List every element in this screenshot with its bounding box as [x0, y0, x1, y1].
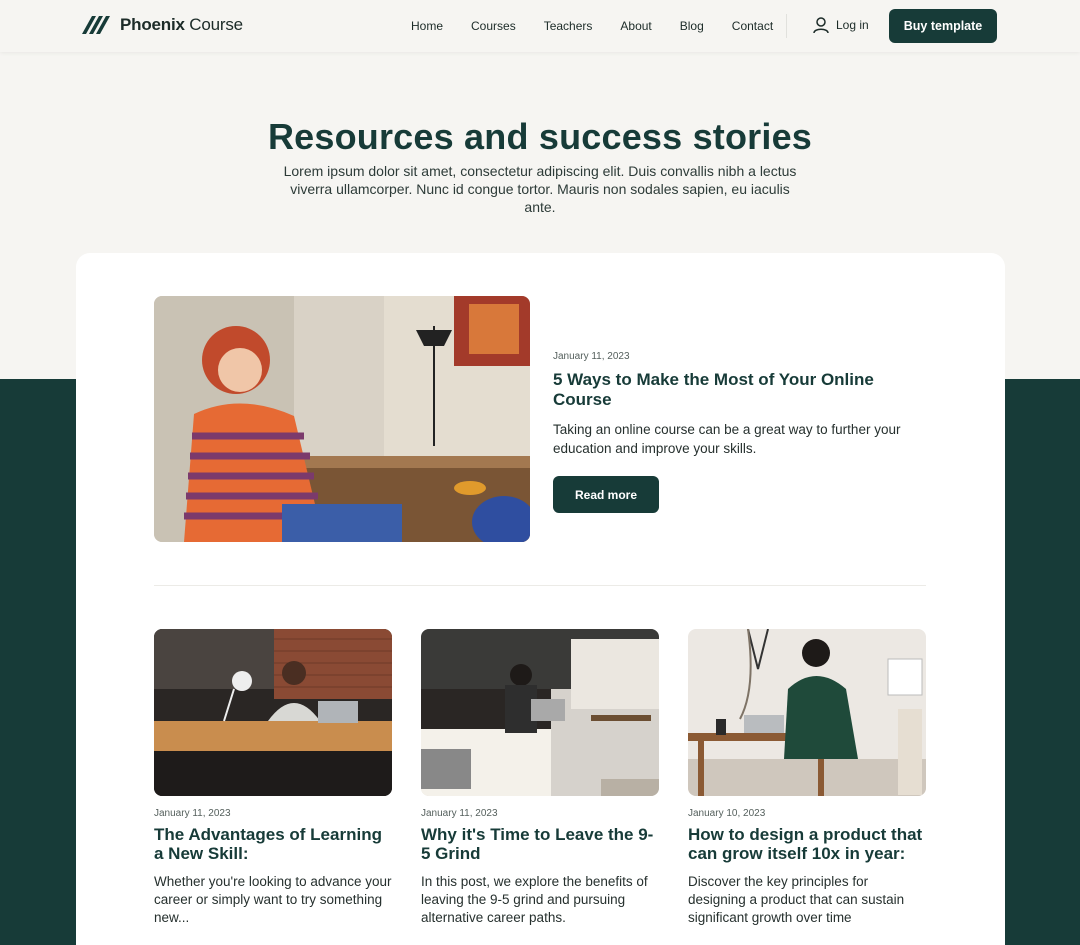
featured-post-date: January 11, 2023 — [553, 351, 630, 362]
post-image[interactable] — [154, 629, 392, 796]
nav-contact[interactable]: Contact — [732, 19, 773, 33]
section-divider — [154, 585, 926, 586]
brand-logo[interactable]: Phoenix Course — [82, 14, 243, 36]
read-more-button[interactable]: Read more — [553, 476, 659, 513]
post-title[interactable]: How to design a product that can grow it… — [688, 825, 926, 863]
post-date: January 10, 2023 — [688, 808, 766, 819]
site-header: Phoenix Course Home Courses Teachers Abo… — [0, 0, 1080, 52]
brand-name: Phoenix Course — [120, 15, 243, 34]
post-image[interactable] — [421, 629, 659, 796]
page-title: Resources and success stories — [267, 116, 813, 157]
featured-post-description: Taking an online course can be a great w… — [553, 422, 901, 456]
login-link[interactable]: Log in — [812, 16, 869, 34]
post-card[interactable]: January 11, 2023 Why it's Time to Leave … — [421, 629, 659, 927]
post-date: January 11, 2023 — [154, 808, 231, 819]
nav-home[interactable]: Home — [411, 19, 443, 33]
buy-template-button[interactable]: Buy template — [889, 9, 997, 43]
nav-divider — [786, 14, 787, 38]
page-subtitle: Lorem ipsum dolor sit amet, consectetur … — [283, 163, 797, 215]
post-card[interactable]: January 10, 2023 How to design a product… — [688, 629, 926, 927]
featured-post-image[interactable] — [154, 296, 530, 542]
featured-post-meta: January 11, 2023 5 Ways to Make the Most… — [553, 351, 933, 513]
post-description: In this post, we explore the benefits of… — [421, 874, 648, 925]
post-card[interactable]: January 11, 2023 The Advantages of Learn… — [154, 629, 392, 927]
main-nav: Home Courses Teachers About Blog Contact — [411, 0, 801, 52]
nav-blog[interactable]: Blog — [680, 19, 704, 33]
post-date: January 11, 2023 — [421, 808, 498, 819]
login-label: Log in — [836, 18, 869, 32]
nav-courses[interactable]: Courses — [471, 19, 516, 33]
blog-card: January 11, 2023 5 Ways to Make the Most… — [76, 253, 1005, 945]
post-title[interactable]: The Advantages of Learning a New Skill: — [154, 825, 392, 863]
post-title[interactable]: Why it's Time to Leave the 9-5 Grind — [421, 825, 659, 863]
post-description: Whether you're looking to advance your c… — [154, 874, 392, 925]
user-icon — [813, 17, 829, 34]
post-description: Discover the key principles for designin… — [688, 874, 905, 925]
slash-logo-icon — [82, 16, 110, 34]
featured-post-title[interactable]: 5 Ways to Make the Most of Your Online C… — [553, 370, 933, 410]
nav-teachers[interactable]: Teachers — [544, 19, 593, 33]
post-image[interactable] — [688, 629, 926, 796]
nav-about[interactable]: About — [620, 19, 651, 33]
